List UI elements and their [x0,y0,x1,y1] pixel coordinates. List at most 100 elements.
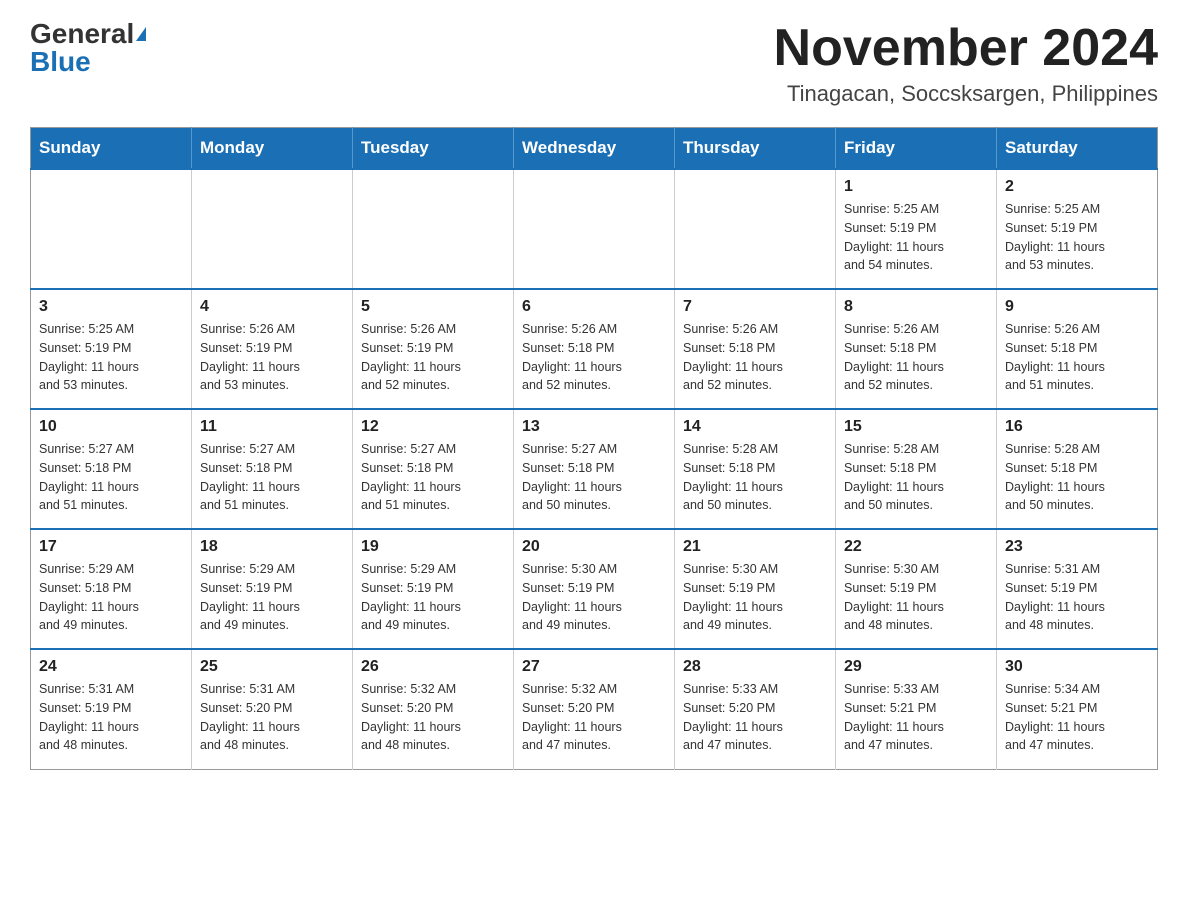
day-number: 1 [844,178,988,196]
day-number: 20 [522,538,666,556]
logo-triangle-icon [136,27,146,41]
calendar-header-row: SundayMondayTuesdayWednesdayThursdayFrid… [31,128,1158,170]
day-number: 23 [1005,538,1149,556]
calendar-week-row: 3 Sunrise: 5:25 AM Sunset: 5:19 PM Daylig… [31,289,1158,409]
day-info: Sunrise: 5:26 AM Sunset: 5:18 PM Dayligh… [1005,320,1149,395]
day-info: Sunrise: 5:29 AM Sunset: 5:18 PM Dayligh… [39,560,183,635]
calendar-table: SundayMondayTuesdayWednesdayThursdayFrid… [30,127,1158,770]
day-number: 18 [200,538,344,556]
day-number: 30 [1005,658,1149,676]
day-number: 4 [200,298,344,316]
day-number: 17 [39,538,183,556]
day-info: Sunrise: 5:26 AM Sunset: 5:18 PM Dayligh… [683,320,827,395]
calendar-day-cell [514,169,675,289]
day-info: Sunrise: 5:30 AM Sunset: 5:19 PM Dayligh… [844,560,988,635]
calendar-day-cell: 28 Sunrise: 5:33 AM Sunset: 5:20 PM Dayli… [675,649,836,769]
day-info: Sunrise: 5:25 AM Sunset: 5:19 PM Dayligh… [39,320,183,395]
logo-blue-text: Blue [30,48,91,76]
calendar-day-cell: 13 Sunrise: 5:27 AM Sunset: 5:18 PM Dayli… [514,409,675,529]
calendar-day-cell [31,169,192,289]
calendar-day-cell: 7 Sunrise: 5:26 AM Sunset: 5:18 PM Daylig… [675,289,836,409]
day-number: 28 [683,658,827,676]
day-info: Sunrise: 5:25 AM Sunset: 5:19 PM Dayligh… [844,200,988,275]
calendar-day-cell: 9 Sunrise: 5:26 AM Sunset: 5:18 PM Daylig… [997,289,1158,409]
calendar-day-cell [675,169,836,289]
day-number: 9 [1005,298,1149,316]
calendar-day-cell: 30 Sunrise: 5:34 AM Sunset: 5:21 PM Dayli… [997,649,1158,769]
calendar-week-row: 10 Sunrise: 5:27 AM Sunset: 5:18 PM Dayli… [31,409,1158,529]
calendar-day-cell: 1 Sunrise: 5:25 AM Sunset: 5:19 PM Daylig… [836,169,997,289]
day-number: 7 [683,298,827,316]
calendar-day-cell: 12 Sunrise: 5:27 AM Sunset: 5:18 PM Dayli… [353,409,514,529]
day-number: 21 [683,538,827,556]
day-number: 26 [361,658,505,676]
day-number: 19 [361,538,505,556]
location-text: Tinagacan, Soccsksargen, Philippines [774,81,1158,107]
calendar-day-cell: 21 Sunrise: 5:30 AM Sunset: 5:19 PM Dayli… [675,529,836,649]
day-number: 3 [39,298,183,316]
day-number: 10 [39,418,183,436]
calendar-day-header: Thursday [675,128,836,170]
day-number: 12 [361,418,505,436]
day-number: 24 [39,658,183,676]
calendar-week-row: 24 Sunrise: 5:31 AM Sunset: 5:19 PM Dayli… [31,649,1158,769]
logo: General Blue [30,20,146,76]
calendar-day-cell: 2Sunrise: 5:25 AM Sunset: 5:19 PM Daylig… [997,169,1158,289]
day-info: Sunrise: 5:28 AM Sunset: 5:18 PM Dayligh… [844,440,988,515]
calendar-day-cell [192,169,353,289]
calendar-day-header: Monday [192,128,353,170]
calendar-day-header: Friday [836,128,997,170]
calendar-day-header: Wednesday [514,128,675,170]
day-info: Sunrise: 5:26 AM Sunset: 5:18 PM Dayligh… [522,320,666,395]
calendar-day-cell: 24 Sunrise: 5:31 AM Sunset: 5:19 PM Dayli… [31,649,192,769]
title-section: November 2024 Tinagacan, Soccsksargen, P… [774,20,1158,107]
day-info: Sunrise: 5:30 AM Sunset: 5:19 PM Dayligh… [522,560,666,635]
day-number: 11 [200,418,344,436]
day-number: 15 [844,418,988,436]
day-number: 27 [522,658,666,676]
calendar-day-cell: 16 Sunrise: 5:28 AM Sunset: 5:18 PM Dayli… [997,409,1158,529]
calendar-body: 1 Sunrise: 5:25 AM Sunset: 5:19 PM Daylig… [31,169,1158,769]
calendar-day-cell: 10Sunrise: 5:27 AM Sunset: 5:18 PM Dayli… [31,409,192,529]
day-info: Sunrise: 5:27 AM Sunset: 5:18 PM Dayligh… [200,440,344,515]
calendar-day-cell: 11 Sunrise: 5:27 AM Sunset: 5:18 PM Dayli… [192,409,353,529]
month-title: November 2024 [774,20,1158,77]
day-number: 13 [522,418,666,436]
calendar-day-cell: 20 Sunrise: 5:30 AM Sunset: 5:19 PM Dayli… [514,529,675,649]
calendar-day-cell [353,169,514,289]
calendar-week-row: 17 Sunrise: 5:29 AM Sunset: 5:18 PM Dayli… [31,529,1158,649]
calendar-day-cell: 19Sunrise: 5:29 AM Sunset: 5:19 PM Dayli… [353,529,514,649]
day-info: Sunrise: 5:31 AM Sunset: 5:19 PM Dayligh… [39,680,183,755]
calendar-day-cell: 4 Sunrise: 5:26 AM Sunset: 5:19 PM Daylig… [192,289,353,409]
day-info: Sunrise: 5:26 AM Sunset: 5:19 PM Dayligh… [361,320,505,395]
calendar-day-cell: 17 Sunrise: 5:29 AM Sunset: 5:18 PM Dayli… [31,529,192,649]
day-info: Sunrise: 5:34 AM Sunset: 5:21 PM Dayligh… [1005,680,1149,755]
logo-general-text: General [30,20,134,48]
day-number: 6 [522,298,666,316]
calendar-day-cell: 26 Sunrise: 5:32 AM Sunset: 5:20 PM Dayli… [353,649,514,769]
day-number: 16 [1005,418,1149,436]
day-info: Sunrise: 5:30 AM Sunset: 5:19 PM Dayligh… [683,560,827,635]
day-info: Sunrise: 5:33 AM Sunset: 5:20 PM Dayligh… [683,680,827,755]
day-info: Sunrise: 5:32 AM Sunset: 5:20 PM Dayligh… [361,680,505,755]
calendar-day-header: Sunday [31,128,192,170]
day-info: Sunrise: 5:32 AM Sunset: 5:20 PM Dayligh… [522,680,666,755]
day-number: 29 [844,658,988,676]
day-number: 2 [1005,178,1149,196]
calendar-day-cell: 22Sunrise: 5:30 AM Sunset: 5:19 PM Dayli… [836,529,997,649]
calendar-day-cell: 15 Sunrise: 5:28 AM Sunset: 5:18 PM Dayli… [836,409,997,529]
calendar-header: SundayMondayTuesdayWednesdayThursdayFrid… [31,128,1158,170]
day-number: 8 [844,298,988,316]
day-number: 25 [200,658,344,676]
day-info: Sunrise: 5:28 AM Sunset: 5:18 PM Dayligh… [683,440,827,515]
day-info: Sunrise: 5:31 AM Sunset: 5:20 PM Dayligh… [200,680,344,755]
calendar-day-cell: 14 Sunrise: 5:28 AM Sunset: 5:18 PM Dayli… [675,409,836,529]
day-info: Sunrise: 5:27 AM Sunset: 5:18 PM Dayligh… [522,440,666,515]
day-info: Sunrise: 5:28 AM Sunset: 5:18 PM Dayligh… [1005,440,1149,515]
day-info: Sunrise: 5:27 AM Sunset: 5:18 PM Dayligh… [361,440,505,515]
page-header: General Blue November 2024 Tinagacan, So… [30,20,1158,107]
day-info: Sunrise: 5:26 AM Sunset: 5:19 PM Dayligh… [200,320,344,395]
calendar-day-cell: 23Sunrise: 5:31 AM Sunset: 5:19 PM Dayli… [997,529,1158,649]
day-number: 14 [683,418,827,436]
calendar-day-cell: 3 Sunrise: 5:25 AM Sunset: 5:19 PM Daylig… [31,289,192,409]
